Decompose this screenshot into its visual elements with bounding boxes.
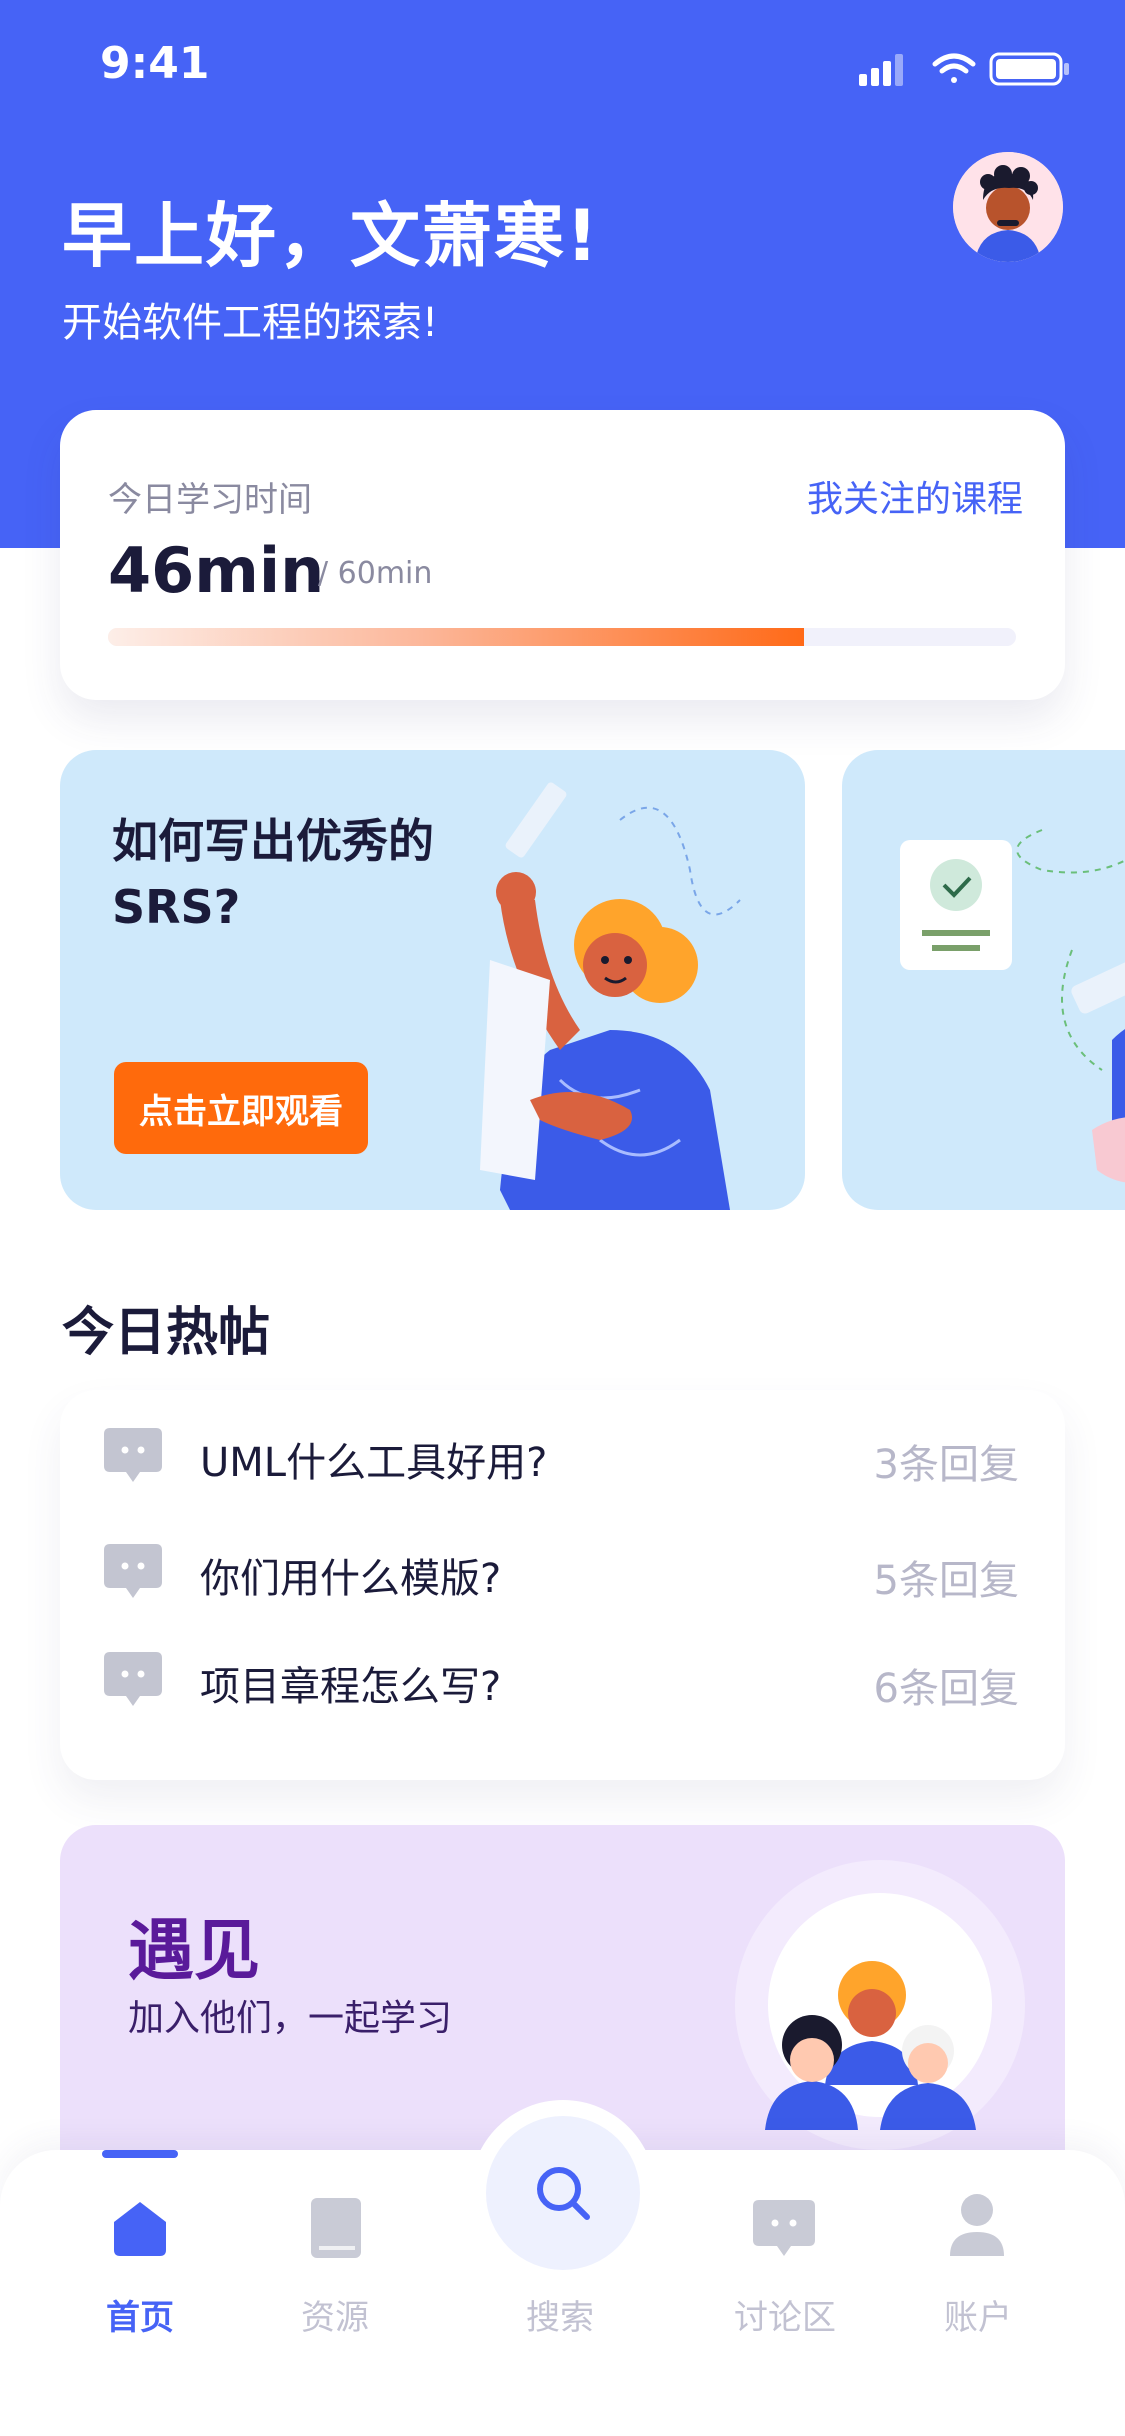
nav-label-account: 账户 bbox=[944, 2298, 1012, 2338]
hot-posts-title: 今日热帖 bbox=[62, 1303, 271, 1363]
nav-item-account[interactable]: 账户 bbox=[898, 2150, 1058, 2350]
home-icon bbox=[114, 2202, 166, 2256]
comment-icon bbox=[104, 1428, 162, 1482]
study-progress-bar bbox=[108, 628, 1016, 646]
chat-icon bbox=[753, 2200, 815, 2256]
promo-card-secondary[interactable] bbox=[842, 750, 1125, 1210]
nav-label-discussion: 讨论区 bbox=[734, 2298, 836, 2338]
comment-icon bbox=[104, 1652, 162, 1706]
status-icons bbox=[859, 52, 1069, 86]
search-button-inner bbox=[486, 2116, 640, 2270]
watch-now-button[interactable]: 点击立即观看 bbox=[114, 1062, 368, 1154]
promo-illustration bbox=[480, 782, 741, 1210]
post-item[interactable]: 你们用什么模版? 5条回复 bbox=[60, 1526, 1065, 1616]
search-button[interactable] bbox=[470, 2100, 656, 2286]
book-icon bbox=[311, 2198, 361, 2258]
post-item[interactable]: 项目章程怎么写? 6条回复 bbox=[60, 1634, 1065, 1724]
post-reply-count: 6条回复 bbox=[873, 1666, 1019, 1712]
greeting-title: 早上好，文萧寒! bbox=[62, 195, 600, 277]
promo-title: 如何写出优秀的SRS? bbox=[112, 814, 434, 934]
avatar[interactable] bbox=[953, 152, 1063, 262]
post-title: 你们用什么模版? bbox=[200, 1556, 502, 1602]
nav-item-home[interactable]: 首页 bbox=[60, 2150, 220, 2350]
hot-posts-card: UML什么工具好用? 3条回复 你们用什么模版? 5条回复 项目章程怎么写? 6… bbox=[60, 1390, 1065, 1780]
post-reply-count: 5条回复 bbox=[873, 1558, 1019, 1604]
post-item[interactable]: UML什么工具好用? 3条回复 bbox=[60, 1410, 1065, 1500]
post-title: UML什么工具好用? bbox=[200, 1440, 548, 1486]
promo-secondary-illustration bbox=[900, 829, 1125, 1183]
meet-title: 遇见 bbox=[128, 1912, 260, 1989]
study-time-card: 今日学习时间 我关注的课程 46min / 60min bbox=[60, 410, 1065, 700]
study-time-label: 今日学习时间 bbox=[108, 480, 312, 520]
nav-label-search: 搜索 bbox=[526, 2298, 594, 2338]
post-title: 项目章程怎么写? bbox=[200, 1664, 502, 1710]
signal-icon bbox=[859, 54, 903, 86]
nav-item-discussion[interactable]: 讨论区 bbox=[705, 2150, 865, 2350]
post-reply-count: 3条回复 bbox=[873, 1442, 1019, 1488]
people-illustration bbox=[735, 1860, 1025, 2150]
nav-label-resources: 资源 bbox=[301, 2298, 369, 2338]
avatar-person-icon bbox=[953, 152, 1063, 262]
study-total: / 60min bbox=[318, 556, 433, 591]
nav-item-resources[interactable]: 资源 bbox=[255, 2150, 415, 2350]
followed-courses-link[interactable]: 我关注的课程 bbox=[807, 470, 1023, 522]
nav-active-indicator bbox=[102, 2150, 178, 2158]
comment-icon bbox=[104, 1544, 162, 1598]
meet-subtitle: 加入他们，一起学习 bbox=[128, 1998, 453, 2039]
study-minutes: 46min bbox=[108, 534, 325, 607]
study-progress-fill bbox=[108, 628, 805, 646]
wifi-icon bbox=[932, 53, 976, 83]
user-icon bbox=[950, 2194, 1004, 2256]
status-time: 9:41 bbox=[100, 38, 210, 89]
nav-label-home: 首页 bbox=[106, 2298, 174, 2338]
battery-icon bbox=[989, 52, 1069, 86]
promo-card[interactable]: 如何写出优秀的SRS? 点击立即观看 bbox=[60, 750, 805, 1210]
search-icon bbox=[537, 2167, 590, 2220]
greeting-subtitle: 开始软件工程的探索! bbox=[62, 300, 439, 346]
